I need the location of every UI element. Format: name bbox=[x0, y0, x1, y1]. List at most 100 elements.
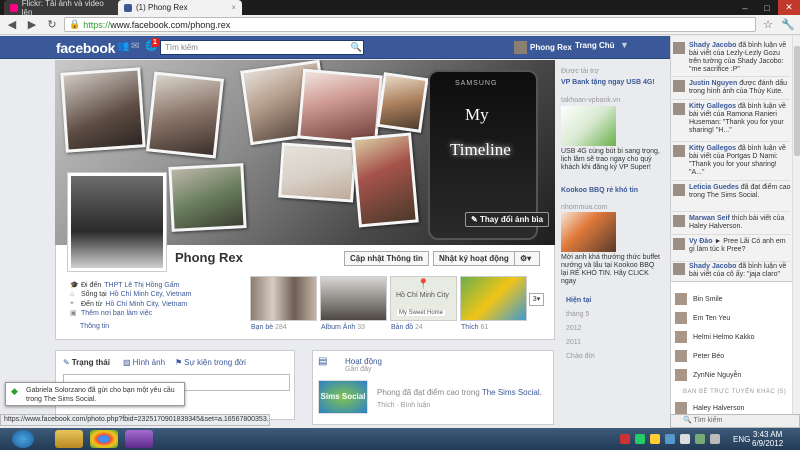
year-nav-now[interactable]: Hiện tại bbox=[566, 297, 591, 304]
messenger-icon[interactable] bbox=[125, 430, 153, 448]
activity-log-button[interactable]: Nhật ký hoạt động bbox=[433, 251, 515, 266]
info-link[interactable]: Hồ Chí Minh City, Vietnam bbox=[105, 301, 187, 308]
chat-user[interactable]: ZynNie Nguyễn bbox=[675, 369, 741, 381]
ticker-item[interactable]: Kitty Gallegos đã bình luận về bài viết … bbox=[673, 103, 791, 135]
home-link[interactable]: Trang Chủ bbox=[575, 41, 615, 50]
ticker-item[interactable]: Kitty Gallegos đã bình luận về bài viết … bbox=[673, 145, 791, 177]
phone-brand: SAMSUNG bbox=[455, 80, 498, 87]
tray-icon[interactable] bbox=[680, 434, 690, 444]
chat-search-input[interactable]: 🔍 Tìm kiếm bbox=[670, 414, 800, 428]
network-icon[interactable] bbox=[695, 434, 705, 444]
ad-title[interactable]: VP Bank tặng ngay USB 4G! bbox=[561, 78, 661, 87]
chat-user[interactable]: Haley Halverson bbox=[675, 402, 744, 414]
chat-user[interactable]: Em Ten Yeu bbox=[675, 312, 730, 324]
maximize-icon[interactable]: □ bbox=[756, 0, 778, 15]
reload-icon[interactable]: ↻ bbox=[44, 17, 60, 33]
scrollbar[interactable] bbox=[792, 36, 800, 414]
friend-requests-icon[interactable]: 👥 bbox=[117, 42, 129, 52]
profile-link[interactable]: Phong Rex bbox=[514, 41, 572, 54]
chat-user[interactable]: Helmi Helmo Kakko bbox=[675, 331, 754, 343]
tab-status[interactable]: ✎ Trạng thái bbox=[63, 358, 110, 367]
settings-gear-icon[interactable]: ⚙▾ bbox=[514, 251, 540, 266]
page-title[interactable]: Phong Rex bbox=[175, 250, 243, 265]
star-icon[interactable]: ☆ bbox=[760, 17, 776, 33]
likes-app[interactable] bbox=[460, 276, 527, 321]
close-tab-icon[interactable]: × bbox=[231, 3, 236, 12]
tray-icon[interactable] bbox=[620, 434, 630, 444]
ticker-item[interactable]: Leticia Guedes đã đạt điểm cao trong The… bbox=[673, 184, 791, 200]
forward-icon[interactable]: ▶ bbox=[24, 17, 40, 33]
activity-meta[interactable]: Thích · Bình luận bbox=[377, 402, 430, 409]
update-info-button[interactable]: Cập nhật Thông tin bbox=[344, 251, 429, 266]
language-indicator[interactable]: ENG bbox=[733, 435, 750, 444]
chat-user[interactable]: Bin Smile bbox=[675, 293, 723, 305]
tray-icon[interactable] bbox=[650, 434, 660, 444]
minimize-icon[interactable]: – bbox=[734, 0, 756, 15]
chat-user-name: Helmi Helmo Kakko bbox=[693, 333, 755, 341]
divider bbox=[670, 234, 790, 235]
profile-picture[interactable] bbox=[67, 172, 167, 272]
ad-image[interactable] bbox=[561, 106, 616, 146]
folder-icon[interactable] bbox=[55, 430, 83, 448]
about-link[interactable]: Thông tin bbox=[80, 323, 109, 330]
activity-title[interactable]: Hoạt động bbox=[345, 357, 382, 366]
sims-social-logo[interactable]: Sims Social bbox=[318, 380, 368, 414]
ticker-item[interactable]: Justin Nguyen được đánh dấu trong hình ả… bbox=[673, 80, 791, 96]
app-count: 61 bbox=[480, 324, 489, 331]
map-label[interactable]: Bản đồ 24 bbox=[391, 324, 423, 331]
scrollbar-thumb[interactable] bbox=[794, 46, 800, 156]
map-app[interactable]: Hồ Chí Minh City 📍 My Sweet Home bbox=[390, 276, 457, 321]
ticker-item[interactable]: Shady Jacobo đã bình luận về bài viết củ… bbox=[673, 263, 791, 279]
ticker-item[interactable]: Vy Đào ► Pree Lãi Có anh em gì làm túc k… bbox=[673, 238, 791, 254]
back-icon[interactable]: ◀ bbox=[4, 17, 20, 33]
chrome-icon[interactable] bbox=[90, 430, 118, 448]
tray-icon[interactable] bbox=[665, 434, 675, 444]
activity-game-link[interactable]: The Sims Social. bbox=[482, 388, 542, 397]
account-menu-icon[interactable]: ▼ bbox=[620, 40, 629, 50]
ticker-item[interactable]: Shady Jacobo đã bình luận về bài viết củ… bbox=[673, 42, 791, 74]
ticker-item[interactable]: Marwan Seif thích bài viết của Haley Hal… bbox=[673, 215, 791, 231]
ad-title[interactable]: Kookoo BBQ rẻ khó tin bbox=[561, 186, 661, 195]
ad-image[interactable] bbox=[561, 212, 616, 252]
photo-icon: ▨ bbox=[123, 358, 131, 367]
close-window-icon[interactable]: ✕ bbox=[778, 0, 800, 15]
info-link[interactable]: THPT Lê Thị Hồng Gấm bbox=[104, 282, 179, 289]
friends-app[interactable] bbox=[250, 276, 317, 321]
tab-photo[interactable]: ▨ Hình ảnh bbox=[123, 358, 165, 367]
clock[interactable]: 3:43 AM 6/9/2012 bbox=[752, 430, 783, 448]
avatar bbox=[675, 312, 687, 324]
tab-flickr[interactable]: Flickr: Tải ảnh và video lên × bbox=[4, 0, 128, 17]
tab-facebook[interactable]: (1) Phong Rex × bbox=[118, 0, 242, 15]
ie-icon[interactable] bbox=[12, 430, 34, 448]
notification-popup[interactable]: ◆ Gabriela Solorzano đã gửi cho bạn một … bbox=[5, 382, 185, 406]
search-input[interactable]: Tìm kiếm bbox=[160, 40, 364, 55]
photos-label[interactable]: Album Ảnh 33 bbox=[321, 324, 365, 331]
year-nav-item[interactable]: 2012 bbox=[566, 325, 582, 332]
profile-image bbox=[71, 176, 163, 268]
info-link[interactable]: Hồ Chí Minh City, Vietnam bbox=[110, 291, 192, 298]
year-nav-item[interactable]: Chào đời bbox=[566, 353, 595, 360]
collage-photo bbox=[376, 72, 429, 133]
tray-icon[interactable] bbox=[635, 434, 645, 444]
info-lives: ⌂ Sống tại Hồ Chí Minh City, Vietnam bbox=[70, 291, 192, 298]
year-nav-item[interactable]: tháng 5 bbox=[566, 311, 589, 318]
wrench-icon[interactable]: 🔧 bbox=[780, 17, 796, 33]
browser-tab-bar: Flickr: Tải ảnh và video lên × (1) Phong… bbox=[0, 0, 800, 17]
tab-life-event[interactable]: ⚑ Sự kiện trong đời bbox=[175, 358, 246, 367]
volume-icon[interactable] bbox=[710, 434, 720, 444]
avatar bbox=[675, 350, 687, 362]
change-cover-button[interactable]: ✎ Thay đổi ảnh bìa bbox=[465, 212, 550, 227]
apps-more-button[interactable]: 3▾ bbox=[529, 293, 544, 306]
facebook-logo[interactable]: facebook bbox=[56, 40, 115, 56]
friends-label[interactable]: Bạn bè 284 bbox=[251, 324, 287, 331]
avatar bbox=[675, 402, 687, 414]
photos-app[interactable] bbox=[320, 276, 387, 321]
likes-label[interactable]: Thích 61 bbox=[461, 324, 488, 331]
chat-user[interactable]: Peter Béo bbox=[675, 350, 724, 362]
search-icon[interactable]: 🔍 bbox=[350, 41, 363, 54]
ticker-name: Vy Đào bbox=[689, 238, 713, 245]
messages-icon[interactable]: ✉ bbox=[131, 42, 142, 52]
info-link[interactable]: Thêm nơi bạn làm việc bbox=[81, 310, 152, 317]
year-nav-item[interactable]: 2011 bbox=[566, 339, 581, 346]
address-bar[interactable]: 🔒 https:// www.facebook.com/phong.rex bbox=[64, 17, 756, 32]
